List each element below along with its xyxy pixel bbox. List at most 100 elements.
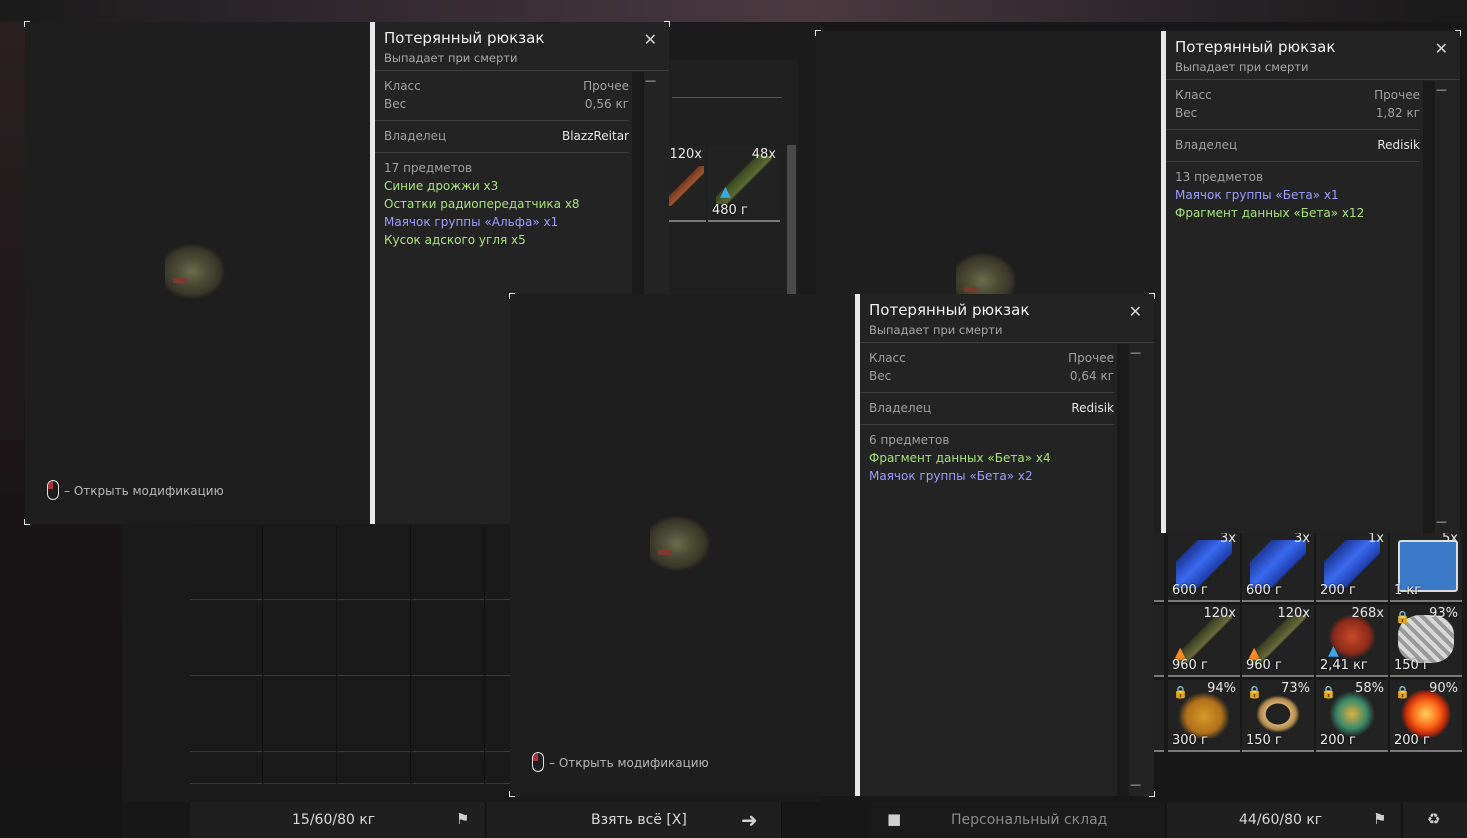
grid-cell[interactable] bbox=[338, 601, 411, 676]
collapse-icon[interactable]: — bbox=[645, 74, 656, 87]
grid-cell[interactable] bbox=[338, 525, 411, 600]
trash-button[interactable]: ♻ bbox=[1403, 802, 1467, 838]
scrollbar[interactable] bbox=[787, 145, 796, 295]
grid-cell[interactable] bbox=[338, 677, 411, 752]
armor-vest-icon: ▲ bbox=[1328, 643, 1339, 659]
close-icon[interactable]: ✕ bbox=[644, 30, 657, 49]
model-preview: – Открыть модификацию bbox=[25, 22, 370, 524]
item-ammo[interactable]: ▲ 48x 480 г bbox=[708, 146, 780, 222]
grid-cell[interactable] bbox=[412, 677, 485, 752]
item-weight: 600 г bbox=[1172, 583, 1208, 598]
grid-cell[interactable] bbox=[264, 753, 337, 784]
inventory-item[interactable]: 🔒 90% 200 г bbox=[1390, 680, 1462, 752]
lock-icon: 🔒 bbox=[1173, 685, 1188, 699]
inventory-item[interactable]: 5x 1 кг bbox=[1390, 530, 1462, 602]
expand-icon[interactable]: — bbox=[1130, 778, 1141, 791]
item-weight: 300 г bbox=[1172, 733, 1208, 748]
grid-cell[interactable] bbox=[412, 525, 485, 600]
owner-label: Владелец bbox=[384, 129, 447, 143]
grid-cell[interactable] bbox=[264, 677, 337, 752]
grid-cell[interactable] bbox=[190, 525, 263, 600]
content-item: Фрагмент данных «Бета» x4 bbox=[869, 451, 1051, 465]
corner-mark bbox=[509, 791, 515, 797]
close-icon[interactable]: ✕ bbox=[1129, 302, 1142, 321]
grid-cell[interactable] bbox=[486, 753, 511, 784]
personal-storage-label: Персональный склад bbox=[951, 812, 1108, 828]
content-item: Маячок группы «Альфа» x1 bbox=[384, 215, 559, 229]
inventory-item[interactable]: ▲ 268x 2,41 кг bbox=[1316, 605, 1388, 677]
inventory-item[interactable]: ▲ 120x 960 г bbox=[1168, 605, 1240, 677]
grid-cell[interactable] bbox=[190, 601, 263, 676]
divider bbox=[375, 70, 669, 71]
grid-cell[interactable] bbox=[486, 525, 511, 600]
backpack-image bbox=[165, 244, 225, 299]
grid-cell[interactable] bbox=[412, 601, 485, 676]
item-weight: 600 г bbox=[1246, 583, 1282, 598]
divider bbox=[375, 152, 629, 153]
tooltip-title: Потерянный рюкзак bbox=[384, 29, 545, 47]
ammo-icon bbox=[668, 166, 704, 206]
scrollbar[interactable] bbox=[1117, 344, 1129, 796]
grid-cell[interactable] bbox=[264, 601, 337, 676]
inventory-weight: 44/60/80 кг bbox=[1239, 812, 1323, 828]
tooltip-title: Потерянный рюкзак bbox=[1175, 38, 1336, 56]
scrollbar[interactable] bbox=[1423, 81, 1435, 533]
expand-icon[interactable]: — bbox=[1436, 515, 1447, 528]
content-item: Синие дрожжи x3 bbox=[384, 179, 499, 193]
tooltip-info: Потерянный рюкзак Выпадает при смерти ✕ … bbox=[855, 294, 1154, 796]
content-item: Маячок группы «Бета» x2 bbox=[869, 469, 1033, 483]
divider bbox=[672, 97, 782, 98]
grid-cell[interactable] bbox=[412, 753, 485, 784]
model-preview: – Открыть модификацию bbox=[510, 294, 855, 796]
item-weight: 200 г bbox=[1394, 733, 1430, 748]
weight-value: 0,56 кг bbox=[584, 97, 629, 111]
inventory-item[interactable]: 🔒 94% 300 г bbox=[1168, 680, 1240, 752]
item-count: 1x bbox=[1368, 531, 1384, 546]
grid-cell[interactable] bbox=[338, 753, 411, 784]
inventory-item[interactable]: 1x 200 г bbox=[1316, 530, 1388, 602]
owner-value: BlazzReitar bbox=[561, 129, 629, 143]
personal-storage-button[interactable]: ■ Персональный склад bbox=[871, 802, 1166, 838]
grid-cell[interactable] bbox=[190, 753, 263, 784]
tooltip-subtitle: Выпадает при смерти bbox=[869, 323, 1003, 337]
inventory-item[interactable]: 🔒 73% 150 г bbox=[1242, 680, 1314, 752]
item-count: 73% bbox=[1281, 681, 1310, 696]
grid-cell[interactable] bbox=[486, 601, 511, 676]
inventory-item[interactable]: 🔒 58% 200 г bbox=[1316, 680, 1388, 752]
corner-mark bbox=[24, 519, 30, 525]
collapse-icon[interactable]: — bbox=[1130, 346, 1141, 359]
take-all-button[interactable]: Взять всё [X] ➜ bbox=[487, 802, 782, 838]
content-item: Маячок группы «Бета» x1 bbox=[1175, 188, 1339, 202]
corner-mark bbox=[815, 30, 821, 36]
inventory-item[interactable]: ▲ 120x 960 г bbox=[1242, 605, 1314, 677]
inventory-item[interactable]: 3x 600 г bbox=[1168, 530, 1240, 602]
open-modification-hint: – Открыть модификацию bbox=[64, 484, 224, 498]
divider bbox=[1166, 79, 1460, 80]
inventory-item[interactable]: 3x 600 г bbox=[1242, 530, 1314, 602]
divider bbox=[375, 120, 629, 121]
divider bbox=[1166, 161, 1420, 162]
item-count: 58% bbox=[1355, 681, 1384, 696]
grid-cell[interactable] bbox=[264, 525, 337, 600]
class-value: Прочее bbox=[1068, 351, 1114, 365]
items-count: 17 предметов bbox=[384, 161, 473, 175]
corner-mark bbox=[664, 21, 670, 27]
backpack-image bbox=[650, 516, 710, 571]
class-value: Прочее bbox=[1374, 88, 1420, 102]
inventory-item[interactable]: 🔒 93% 150 г bbox=[1390, 605, 1462, 677]
item-count: 3x bbox=[1294, 531, 1310, 546]
collapse-icon[interactable]: — bbox=[1436, 83, 1447, 96]
item-tooltip: – Открыть модификацию Потерянный рюкзак … bbox=[509, 293, 1155, 797]
items-count: 6 предметов bbox=[869, 433, 950, 447]
item-count: 5x bbox=[1442, 531, 1458, 546]
lock-icon: 🔒 bbox=[1247, 685, 1262, 699]
item-ammo[interactable]: 120x bbox=[668, 146, 706, 222]
item-count: 90% bbox=[1429, 681, 1458, 696]
divider bbox=[860, 392, 1114, 393]
tooltip-subtitle: Выпадает при смерти bbox=[1175, 60, 1309, 74]
grid-cell[interactable] bbox=[486, 677, 511, 752]
close-icon[interactable]: ✕ bbox=[1435, 39, 1448, 58]
owner-label: Владелец bbox=[869, 401, 932, 415]
grid-cell[interactable] bbox=[190, 677, 263, 752]
item-count: 3x bbox=[1220, 531, 1236, 546]
